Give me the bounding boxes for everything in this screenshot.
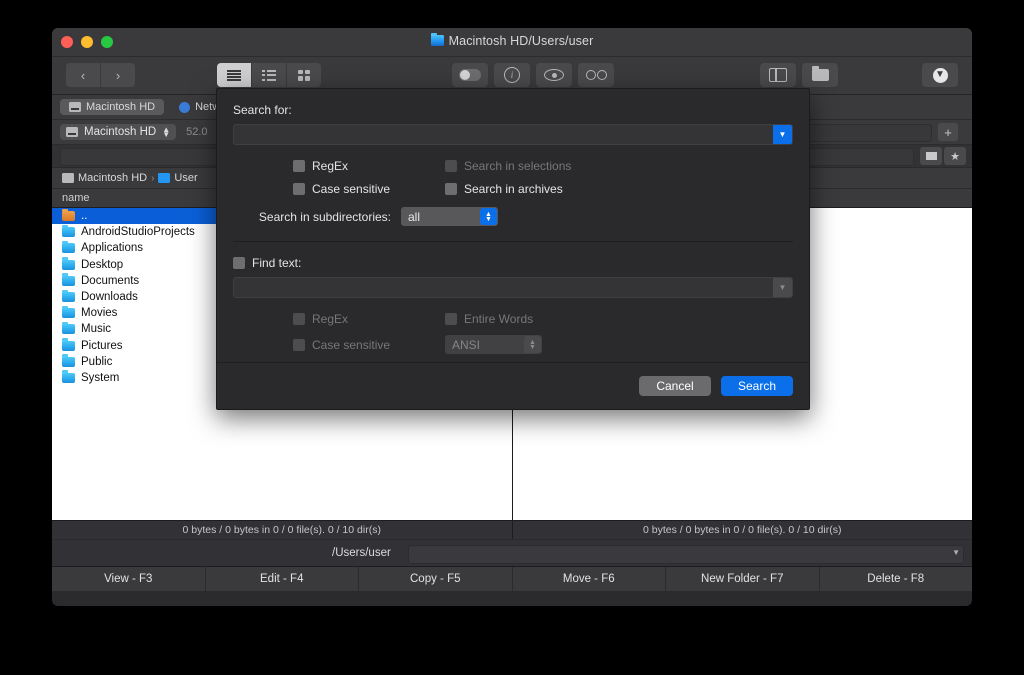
subdirectories-value: all bbox=[408, 210, 420, 224]
checkbox-box bbox=[293, 339, 305, 351]
search-for-label: Search for: bbox=[233, 103, 793, 117]
search-options-grid: RegEx Search in selections Case sensitiv… bbox=[293, 159, 793, 196]
find-text-header[interactable]: Find text: bbox=[233, 256, 793, 270]
up-down-stepper-icon[interactable]: ▲▼ bbox=[480, 208, 497, 225]
checkbox-box bbox=[293, 313, 305, 325]
checkbox-box bbox=[293, 183, 305, 195]
case-sensitive-checkbox[interactable]: Case sensitive bbox=[293, 182, 445, 196]
checkbox-label: RegEx bbox=[312, 312, 348, 326]
up-down-stepper-icon[interactable]: ▲▼ bbox=[524, 336, 541, 353]
checkbox-label: Search in selections bbox=[464, 159, 571, 173]
encoding-value: ANSI bbox=[452, 338, 480, 352]
checkbox-box bbox=[445, 160, 457, 172]
find-options-grid: RegEx Entire Words Case sensitive ANSI ▲… bbox=[293, 312, 793, 354]
checkbox-box bbox=[445, 313, 457, 325]
search-for-input[interactable]: ▼ bbox=[233, 124, 793, 145]
find-text-section: Find text: ▼ RegEx Entire Words bbox=[217, 242, 809, 354]
find-text-input[interactable]: ▼ bbox=[233, 277, 793, 298]
cancel-button[interactable]: Cancel bbox=[639, 376, 711, 396]
find-regex-checkbox[interactable]: RegEx bbox=[293, 312, 445, 326]
find-text-label: Find text: bbox=[252, 256, 301, 270]
dialog-button-bar: Cancel Search bbox=[217, 362, 809, 409]
search-for-section: Search for: ▼ RegEx Search in selections bbox=[217, 89, 809, 242]
search-button[interactable]: Search bbox=[721, 376, 793, 396]
entire-words-checkbox[interactable]: Entire Words bbox=[445, 312, 793, 326]
find-case-sensitive-checkbox[interactable]: Case sensitive bbox=[293, 338, 445, 352]
search-dialog: Search for: ▼ RegEx Search in selections bbox=[216, 88, 810, 410]
encoding-select[interactable]: ANSI ▲▼ bbox=[445, 335, 542, 354]
checkbox-label: Case sensitive bbox=[312, 182, 390, 196]
checkbox-label: RegEx bbox=[312, 159, 348, 173]
subdirectories-row: Search in subdirectories: all ▲▼ bbox=[249, 207, 793, 226]
regex-checkbox[interactable]: RegEx bbox=[293, 159, 445, 173]
chevron-down-icon[interactable]: ▼ bbox=[773, 278, 792, 297]
checkbox-box bbox=[445, 183, 457, 195]
checkbox-label: Case sensitive bbox=[312, 338, 390, 352]
checkbox-label: Search in archives bbox=[464, 182, 563, 196]
file-manager-window: Macintosh HD/Users/user ‹ › i bbox=[52, 28, 972, 606]
checkbox-box bbox=[293, 160, 305, 172]
modal-overlay: Search for: ▼ RegEx Search in selections bbox=[52, 28, 972, 606]
search-in-archives-checkbox[interactable]: Search in archives bbox=[445, 182, 793, 196]
subdirectories-select[interactable]: all ▲▼ bbox=[401, 207, 498, 226]
checkbox-box bbox=[233, 257, 245, 269]
subdirectories-label: Search in subdirectories: bbox=[249, 210, 391, 224]
search-in-selections-checkbox[interactable]: Search in selections bbox=[445, 159, 793, 173]
checkbox-label: Entire Words bbox=[464, 312, 533, 326]
chevron-down-icon[interactable]: ▼ bbox=[773, 125, 792, 144]
